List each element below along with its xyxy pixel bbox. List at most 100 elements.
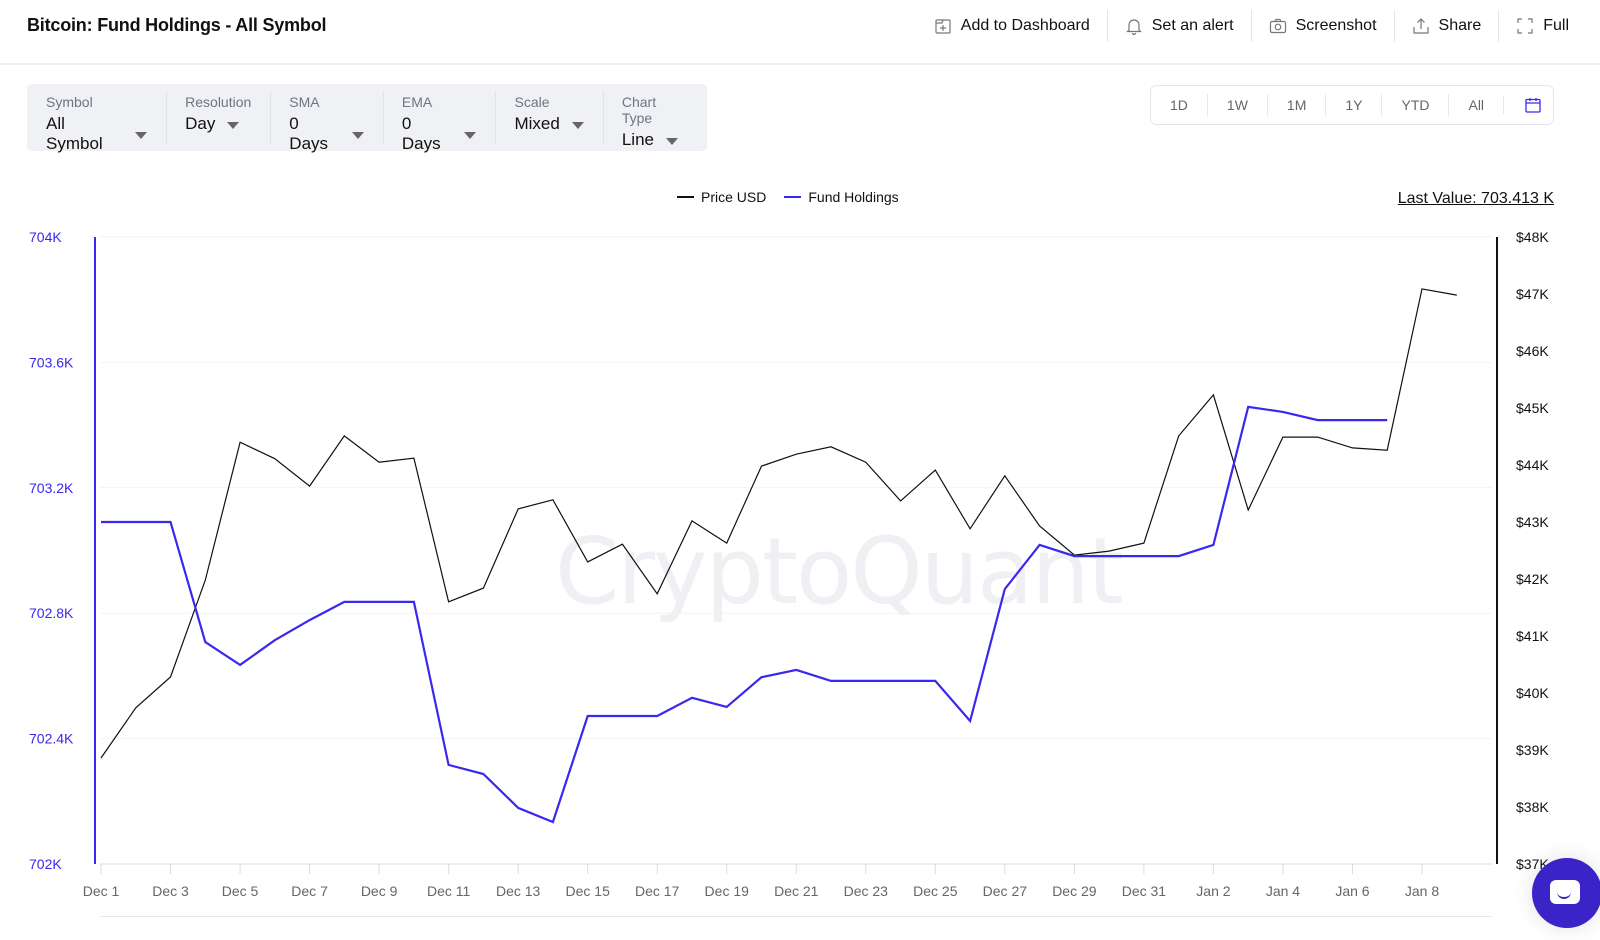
range-ytd[interactable]: YTD [1381,94,1448,116]
range-1m[interactable]: 1M [1266,94,1325,116]
set-alert-label: Set an alert [1151,17,1234,34]
y-right-tick-label: $48K [1516,229,1549,245]
x-tick-label: Jan 8 [1405,883,1439,899]
x-tick-label: Jan 4 [1266,883,1300,899]
x-tick-label: Jan 6 [1335,883,1369,899]
scale-dropdown[interactable]: Scale Mixed [495,84,602,151]
x-tick-label: Dec 25 [913,883,958,899]
fullscreen-button[interactable]: Full [1498,10,1586,42]
scale-label: Scale [514,94,550,110]
x-tick-label: Dec 5 [222,883,259,899]
series-lines [100,288,1457,824]
filter-bar: Symbol All Symbol Resolution Day SMA 0 D… [27,84,707,153]
symbol-dropdown[interactable]: Symbol All Symbol [27,84,166,153]
ema-dropdown[interactable]: EMA 0 Days [382,84,496,153]
bell-icon [1125,19,1142,35]
last-value[interactable]: Last Value: 703.413 K [1398,190,1554,208]
x-tick-label: Dec 11 [427,883,471,899]
x-tick-label: Dec 19 [705,883,750,899]
axes [94,237,1498,874]
range-navigator[interactable] [100,916,1492,940]
x-tick-label: Dec 17 [635,883,680,899]
add-dashboard-icon [935,19,951,34]
tick-labels: 702K702.4K702.8K703.2K703.6K704K$37K$38K… [29,229,1549,899]
x-tick-label: Dec 21 [774,883,819,899]
range-1y[interactable]: 1Y [1325,94,1381,116]
fullscreen-label: Full [1543,17,1569,34]
grid-lines [100,236,1492,865]
y-left-tick-label: 702.4K [29,731,74,747]
sma-dropdown[interactable]: SMA 0 Days [270,84,383,153]
x-tick-label: Dec 31 [1122,883,1167,899]
chart-type-value: Line [621,130,654,149]
y-right-tick-label: $41K [1516,628,1549,644]
y-left-tick-label: 702.8K [29,605,74,621]
y-right-tick-label: $40K [1516,685,1549,701]
y-left-tick-label: 702K [29,856,62,872]
chevron-down-icon [135,131,148,139]
set-alert-button[interactable]: Set an alert [1106,10,1251,42]
legend-swatch-price [677,196,694,198]
series-line-fund-holdings [101,405,1388,824]
share-button[interactable]: Share [1393,10,1499,42]
chart-type-label: Chart Type [621,94,657,126]
y-right-tick-label: $43K [1516,514,1549,530]
x-tick-label: Dec 29 [1052,883,1097,899]
header-actions: Add to Dashboard Set an alert Screenshot… [917,6,1586,46]
y-left-tick-label: 703.2K [29,480,74,496]
ema-label: EMA [401,94,433,110]
y-right-tick-label: $39K [1516,742,1549,758]
range-1d[interactable]: 1D [1151,94,1207,116]
y-right-tick-label: $46K [1516,343,1549,359]
x-tick-label: Dec 15 [566,883,611,899]
chart-type-dropdown[interactable]: Chart Type Line [602,84,707,151]
sma-label: SMA [289,94,320,110]
chart-plot: 702K702.4K702.8K703.2K703.6K704K$37K$38K… [29,229,1549,899]
resolution-value: Day [185,114,216,133]
time-range-selector: 1D 1W 1M 1Y YTD All [1150,85,1554,125]
add-to-dashboard-label: Add to Dashboard [960,17,1090,34]
y-right-tick-label: $38K [1516,799,1549,815]
legend-label-price: Price USD [701,189,767,205]
calendar-icon [1525,98,1541,113]
y-right-tick-label: $44K [1516,457,1549,473]
sma-value: 0 Days [289,114,329,153]
chart-legend: Price USD Fund Holdings [677,189,899,205]
resolution-label: Resolution [185,94,252,110]
y-right-tick-label: $45K [1516,400,1549,416]
resolution-dropdown[interactable]: Resolution Day [166,84,270,151]
chevron-down-icon [351,131,364,139]
chat-icon [1550,880,1580,904]
y-right-tick-label: $47K [1516,286,1549,302]
ema-value: 0 Days [401,114,441,153]
chevron-down-icon [665,137,678,145]
symbol-label: Symbol [46,94,93,110]
x-tick-label: Dec 3 [152,883,189,899]
symbol-value: All Symbol [46,114,103,153]
screenshot-button[interactable]: Screenshot [1250,10,1394,42]
range-1w[interactable]: 1W [1206,94,1267,116]
top-bar: Bitcoin: Fund Holdings - All Symbol Add … [0,0,1600,65]
y-right-tick-label: $42K [1516,571,1549,587]
x-tick-label: Dec 1 [83,883,120,899]
page-title: Bitcoin: Fund Holdings - All Symbol [27,15,327,35]
legend-item-fund-holdings[interactable]: Fund Holdings [784,189,899,205]
fullscreen-icon [1517,18,1533,34]
x-tick-label: Jan 2 [1196,883,1230,899]
range-all[interactable]: All [1448,94,1503,116]
x-tick-label: Dec 13 [496,883,541,899]
chat-support-button[interactable] [1532,858,1600,928]
x-tick-label: Dec 9 [361,883,398,899]
series-line-price-usd [100,288,1457,759]
share-label: Share [1438,17,1482,34]
date-picker-button[interactable] [1503,96,1562,114]
x-tick-label: Dec 7 [291,883,328,899]
x-tick-label: Dec 27 [983,883,1028,899]
legend-item-price[interactable]: Price USD [677,189,766,205]
chevron-down-icon [464,131,477,139]
share-icon [1412,18,1429,34]
chevron-down-icon [227,121,240,129]
add-to-dashboard-button[interactable]: Add to Dashboard [917,10,1107,42]
y-left-tick-label: 703.6K [29,354,74,370]
camera-icon [1269,18,1286,34]
